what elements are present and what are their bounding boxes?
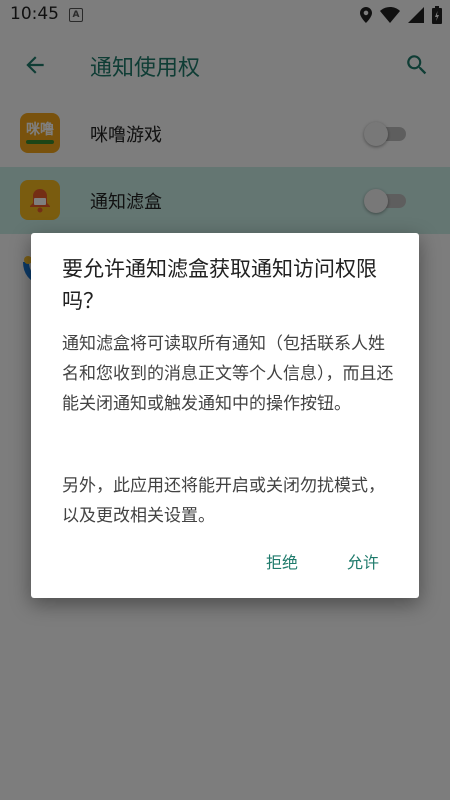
dialog-message: 通知滤盒将可读取所有通知（包括联系人姓名和您收到的消息正文等个人信息），而且还能… <box>62 334 394 414</box>
permission-dialog: 要允许通知滤盒获取通知访问权限吗？ 通知滤盒将可读取所有通知（包括联系人姓名和您… <box>31 233 419 598</box>
dialog-title: 要允许通知滤盒获取通知访问权限吗？ <box>62 257 377 313</box>
allow-button[interactable]: 允许 <box>347 549 379 573</box>
deny-button[interactable]: 拒绝 <box>266 549 298 573</box>
dialog-message-extra: 另外，此应用还将能开启或关闭勿扰模式，以及更改相关设置。 <box>62 476 385 526</box>
